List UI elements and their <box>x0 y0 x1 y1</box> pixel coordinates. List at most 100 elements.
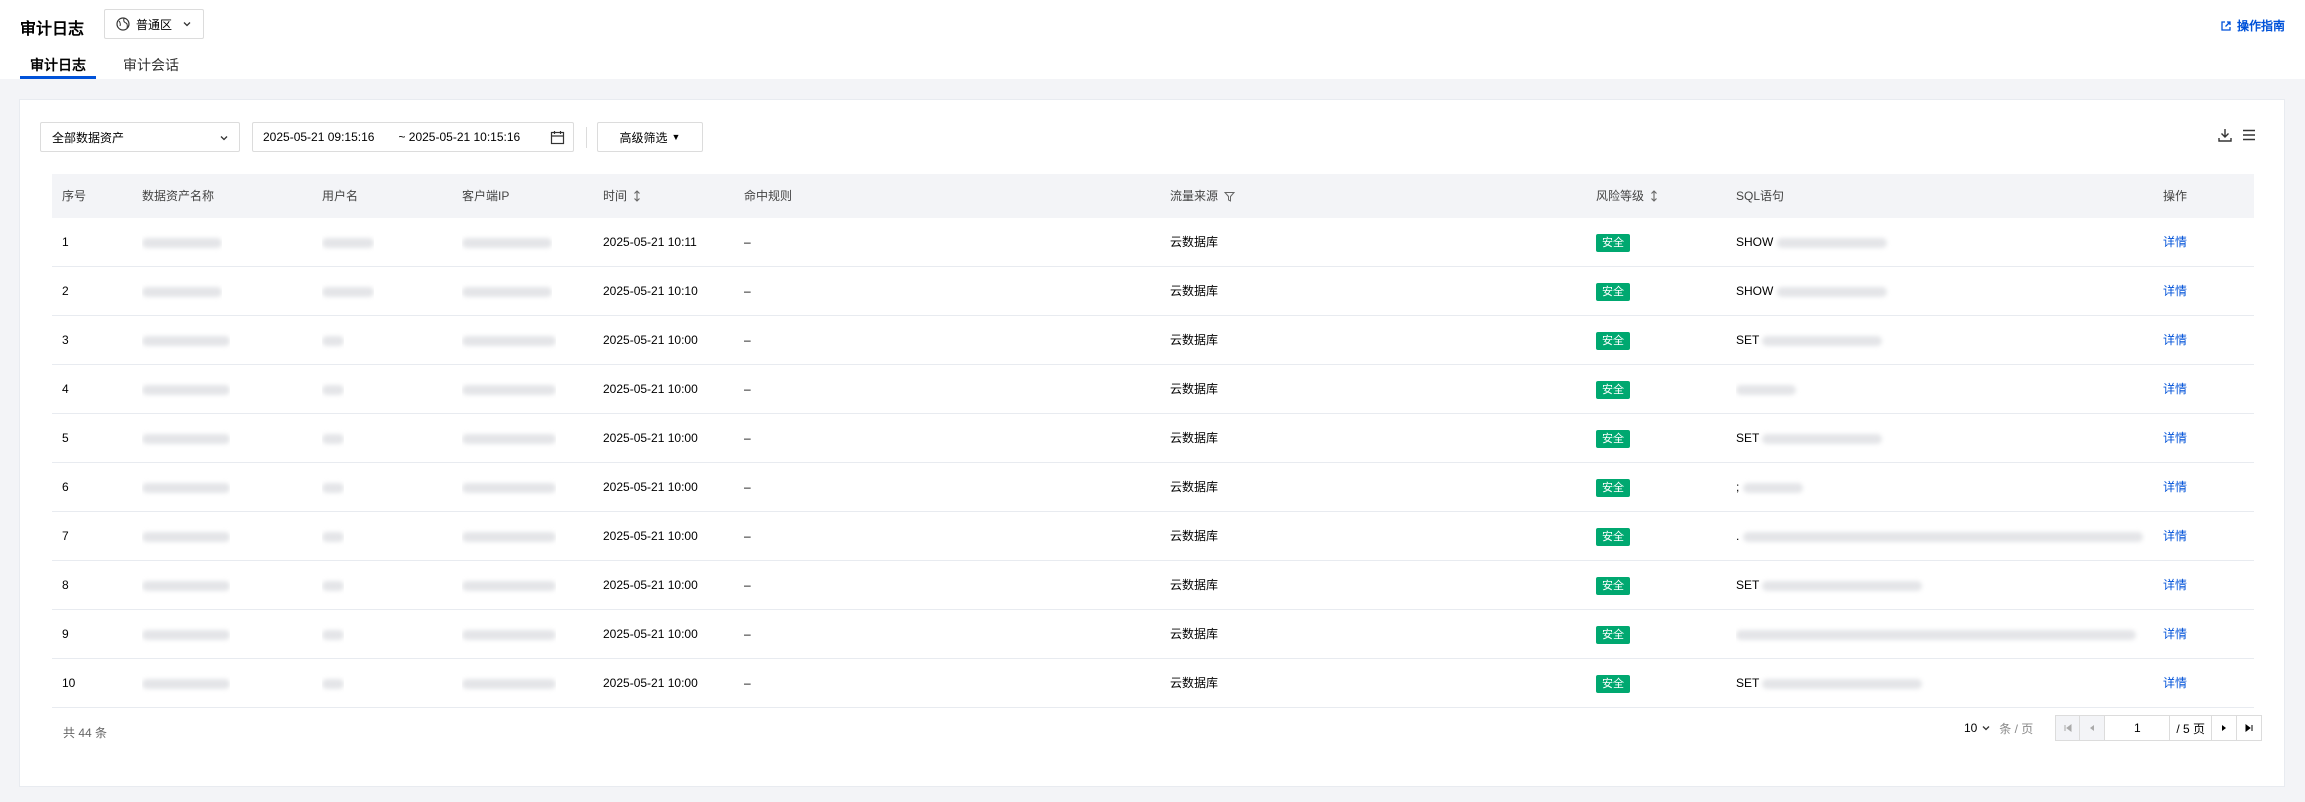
filter-icon <box>1224 191 1236 202</box>
cell-risk: 安全 <box>1596 218 1630 267</box>
redacted-text <box>1742 482 1803 493</box>
cell-rule: – <box>744 676 751 690</box>
detail-link[interactable]: 详情 <box>2163 382 2187 396</box>
column-header: 客户端IP <box>462 189 510 203</box>
cell-client-ip <box>462 561 556 610</box>
sql-text: SHOW <box>1736 284 1774 298</box>
sql-text: SHOW <box>1736 235 1774 249</box>
detail-link[interactable]: 详情 <box>2163 431 2187 445</box>
tab-audit-session[interactable]: 审计会话 <box>113 56 189 79</box>
download-icon[interactable] <box>2217 127 2233 143</box>
column-settings-icon[interactable] <box>2241 127 2257 143</box>
redacted-text <box>142 629 230 640</box>
detail-link[interactable]: 详情 <box>2163 578 2187 592</box>
external-link-icon <box>2220 20 2232 32</box>
last-page-icon <box>2245 724 2253 732</box>
column-header: 数据资产名称 <box>142 189 215 203</box>
date-range-picker[interactable]: 2025-05-21 09:15:16 ~ 2025-05-21 10:15:1… <box>252 122 574 152</box>
cell-action: 详情 <box>2163 463 2187 512</box>
cell-action: 详情 <box>2163 365 2187 414</box>
cell-username <box>322 659 344 708</box>
sql-text: SET <box>1736 676 1760 690</box>
redacted-text <box>462 482 556 493</box>
cell-source: 云数据库 <box>1170 235 1219 249</box>
content-card: 全部数据资产 2025-05-21 09:15:16 ~ 2025-05-21 … <box>19 99 2285 787</box>
cell-username <box>322 267 374 316</box>
redacted-text <box>462 384 556 395</box>
cell-source: 云数据库 <box>1170 382 1219 396</box>
sort-icon <box>633 190 641 202</box>
detail-link[interactable]: 详情 <box>2163 480 2187 494</box>
column-header-time[interactable]: 时间 <box>603 174 641 218</box>
detail-link[interactable]: 详情 <box>2163 235 2187 249</box>
page-title: 审计日志 <box>20 21 85 38</box>
redacted-text <box>142 384 230 395</box>
redacted-text <box>1736 384 1796 395</box>
detail-link[interactable]: 详情 <box>2163 284 2187 298</box>
cell-action: 详情 <box>2163 267 2187 316</box>
cell-asset-name <box>142 414 230 463</box>
cell-time: 2025-05-21 10:00 <box>603 480 698 494</box>
cell-no: 2 <box>62 284 69 298</box>
cell-time: 2025-05-21 10:11 <box>603 235 697 249</box>
last-page-button[interactable] <box>2237 715 2262 741</box>
redacted-text <box>1736 629 2136 640</box>
column-header-source[interactable]: 流量来源 <box>1170 174 1236 218</box>
cell-source: 云数据库 <box>1170 529 1219 543</box>
tab-audit-log[interactable]: 审计日志 <box>20 56 96 79</box>
cell-client-ip <box>462 659 556 708</box>
risk-badge: 安全 <box>1596 429 1630 448</box>
column-header-risk[interactable]: 风险等级 <box>1596 174 1658 218</box>
top-bar: 审计日志 普通区 操作指南 审计日志 审计会话 <box>0 0 2305 79</box>
cell-time: 2025-05-21 10:00 <box>603 431 698 445</box>
cell-no: 6 <box>62 480 69 494</box>
detail-link[interactable]: 详情 <box>2163 627 2187 641</box>
next-page-button[interactable] <box>2212 715 2237 741</box>
caret-down-icon: ▼ <box>671 132 681 142</box>
page-size-select[interactable]: 10 <box>1964 721 1991 735</box>
page-count: / 5 页 <box>2169 715 2212 741</box>
guide-link[interactable]: 操作指南 <box>2220 17 2285 34</box>
column-header-label: 流量来源 <box>1170 189 1219 203</box>
cell-risk: 安全 <box>1596 414 1630 463</box>
detail-link[interactable]: 详情 <box>2163 529 2187 543</box>
cell-sql: SHOW <box>1736 218 2146 267</box>
first-page-button[interactable] <box>2055 715 2081 741</box>
redacted-text <box>1742 531 2143 542</box>
risk-badge: 安全 <box>1596 380 1630 399</box>
cell-client-ip <box>462 414 556 463</box>
cell-source: 云数据库 <box>1170 627 1219 641</box>
page-input[interactable]: 1 <box>2105 715 2170 741</box>
risk-badge: 安全 <box>1596 478 1630 497</box>
cell-rule: – <box>744 284 751 298</box>
detail-link[interactable]: 详情 <box>2163 676 2187 690</box>
page-count-label: / 5 页 <box>2176 721 2205 736</box>
detail-link[interactable]: 详情 <box>2163 333 2187 347</box>
redacted-text <box>1762 335 1883 346</box>
cell-client-ip <box>462 267 552 316</box>
cell-action: 详情 <box>2163 610 2187 659</box>
guide-label: 操作指南 <box>2236 19 2285 33</box>
cell-rule: – <box>744 529 751 543</box>
redacted-text <box>142 580 230 591</box>
cell-source: 云数据库 <box>1170 578 1219 592</box>
region-label: 普通区 <box>136 17 173 32</box>
cell-asset-name <box>142 561 230 610</box>
region-selector[interactable]: 普通区 <box>104 9 204 39</box>
cell-asset-name <box>142 365 230 414</box>
cell-action: 详情 <box>2163 512 2187 561</box>
sql-text: SET <box>1736 578 1760 592</box>
cell-risk: 安全 <box>1596 659 1630 708</box>
column-header-label: 风险等级 <box>1596 189 1645 203</box>
redacted-text <box>142 286 222 297</box>
asset-select[interactable]: 全部数据资产 <box>40 122 240 152</box>
cell-no: 5 <box>62 431 69 445</box>
cell-source: 云数据库 <box>1170 480 1219 494</box>
redacted-text <box>1776 237 1887 248</box>
redacted-text <box>142 531 230 542</box>
redacted-text <box>1762 433 1883 444</box>
prev-page-button[interactable] <box>2080 715 2106 741</box>
advanced-filter-button[interactable]: 高级筛选 ▼ <box>597 122 703 152</box>
redacted-text <box>322 237 374 248</box>
redacted-text <box>142 335 230 346</box>
